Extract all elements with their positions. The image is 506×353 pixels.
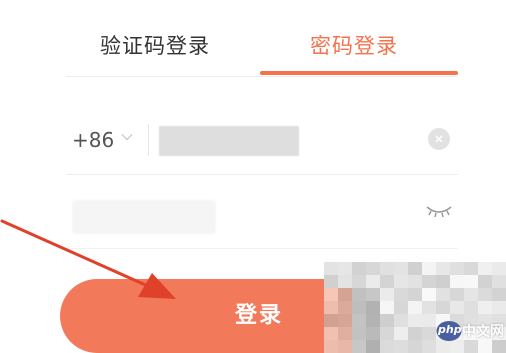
mosaic-tile xyxy=(492,301,506,314)
login-tabs: 验证码登录 密码登录 xyxy=(66,0,458,77)
mosaic-tile xyxy=(478,327,492,340)
login-button[interactable]: 登录 xyxy=(60,279,460,353)
password-input[interactable] xyxy=(72,200,216,234)
mosaic-tile xyxy=(366,262,380,275)
mosaic-tile xyxy=(464,301,478,314)
mosaic-tile xyxy=(464,327,478,340)
mosaic-tile xyxy=(492,262,506,275)
mosaic-tile xyxy=(492,340,506,353)
clear-icon xyxy=(435,135,443,143)
mosaic-tile xyxy=(492,288,506,301)
tab-password-login[interactable]: 密码登录 xyxy=(310,32,398,60)
country-code-selector[interactable]: +86 xyxy=(72,128,114,152)
tab-sms-login[interactable]: 验证码登录 xyxy=(100,32,210,60)
mosaic-tile xyxy=(464,262,478,275)
mosaic-tile xyxy=(450,262,464,275)
mosaic-tile xyxy=(478,262,492,275)
mosaic-tile xyxy=(464,288,478,301)
mosaic-tile xyxy=(478,275,492,288)
mosaic-tile xyxy=(492,327,506,340)
eye-closed-icon[interactable] xyxy=(424,202,454,220)
mosaic-tile xyxy=(464,340,478,353)
mosaic-tile xyxy=(478,288,492,301)
mosaic-tile xyxy=(380,262,394,275)
mosaic-tile xyxy=(436,262,450,275)
mosaic-tile xyxy=(492,314,506,327)
chevron-down-icon[interactable] xyxy=(120,130,134,144)
login-button-label: 登录 xyxy=(235,303,284,328)
mosaic-tile xyxy=(338,262,352,275)
password-row xyxy=(66,180,458,249)
phone-row: +86 xyxy=(66,106,458,175)
active-tab-indicator xyxy=(260,71,458,75)
watermark-site-text: 中文网 xyxy=(462,324,504,340)
clear-button[interactable] xyxy=(428,128,450,150)
mosaic-tile xyxy=(352,262,366,275)
phone-input[interactable] xyxy=(159,126,299,156)
mosaic-tile xyxy=(478,301,492,314)
mosaic-tile xyxy=(478,340,492,353)
country-code-divider xyxy=(148,124,149,156)
mosaic-tile xyxy=(324,262,338,275)
mosaic-tile xyxy=(478,314,492,327)
mosaic-tile xyxy=(408,262,422,275)
mosaic-tile xyxy=(422,262,436,275)
mosaic-tile xyxy=(492,275,506,288)
mosaic-tile xyxy=(394,262,408,275)
mosaic-tile xyxy=(464,275,478,288)
mosaic-tile xyxy=(464,314,478,327)
